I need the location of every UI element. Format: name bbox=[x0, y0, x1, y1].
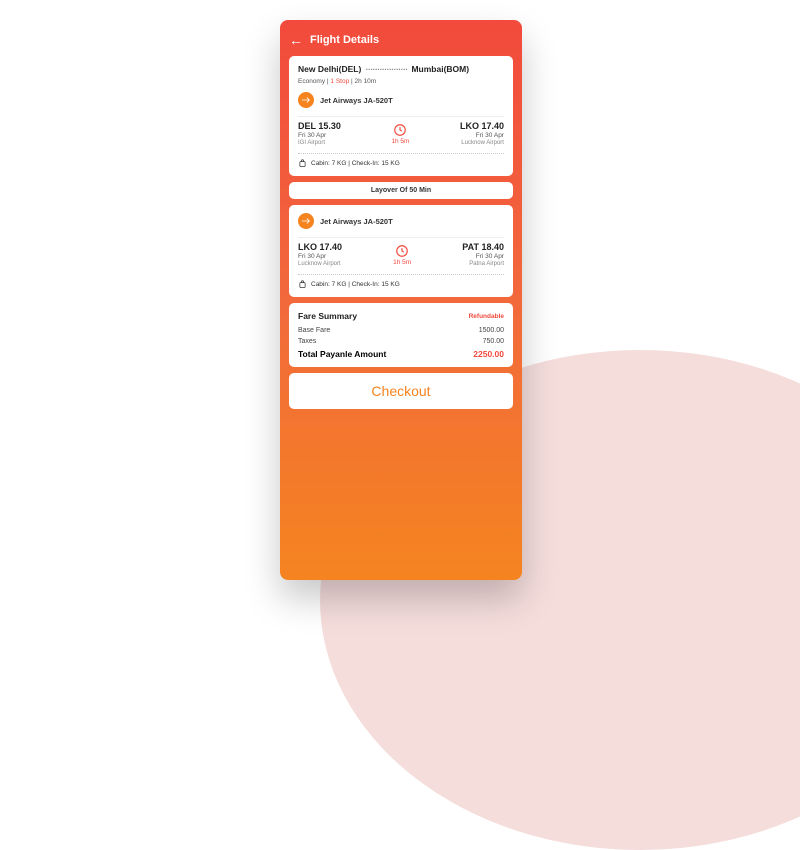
baggage-row: Cabin: 7 KG | Check-In: 15 KG bbox=[298, 274, 504, 289]
duration-col: 1h 5m bbox=[391, 123, 409, 145]
dep-code: LKO 17.40 bbox=[298, 242, 342, 252]
fare-value: 1500.00 bbox=[479, 327, 504, 334]
route-from: New Delhi(DEL) bbox=[298, 64, 361, 74]
layover-text: Layover Of 50 Min bbox=[371, 187, 431, 194]
phone-frame: ← Flight Details New Delhi(DEL) ········… bbox=[280, 20, 522, 580]
fare-header: Fare Summary Refundable bbox=[298, 311, 504, 321]
fare-label: Base Fare bbox=[298, 327, 330, 334]
fare-total-row: Total Payanle Amount 2250.00 bbox=[298, 349, 504, 359]
segment-card-2: Jet Airways JA-520T LKO 17.40 Fri 30 Apr… bbox=[289, 205, 513, 297]
departure-col: DEL 15.30 Fri 30 Apr IGI Airport bbox=[298, 121, 341, 146]
baggage-row: Cabin: 7 KG | Check-In: 15 KG bbox=[298, 153, 504, 168]
baggage-icon bbox=[298, 159, 307, 168]
times-row: LKO 17.40 Fri 30 Apr Lucknow Airport 1h … bbox=[298, 237, 504, 274]
fare-title: Fare Summary bbox=[298, 311, 357, 321]
arr-date: Fri 30 Apr bbox=[460, 132, 504, 139]
arr-airport: Patna Airport bbox=[462, 261, 504, 267]
checkout-label: Checkout bbox=[371, 383, 430, 399]
route-meta: Economy | 1 Stop | 2h 10m bbox=[298, 78, 504, 85]
dep-airport: IGI Airport bbox=[298, 140, 341, 146]
route-line: New Delhi(DEL) ·················· Mumbai… bbox=[298, 64, 504, 74]
arr-airport: Lucknow Airport bbox=[460, 140, 504, 146]
checkout-button[interactable]: Checkout bbox=[289, 373, 513, 409]
airline-logo-icon bbox=[298, 213, 314, 229]
arr-code: PAT 18.40 bbox=[462, 242, 504, 252]
fare-summary-card: Fare Summary Refundable Base Fare 1500.0… bbox=[289, 303, 513, 367]
layover-banner: Layover Of 50 Min bbox=[289, 182, 513, 199]
airline-row: Jet Airways JA-520T bbox=[298, 213, 504, 229]
duration-col: 1h 5m bbox=[393, 244, 411, 266]
dep-airport: Lucknow Airport bbox=[298, 261, 342, 267]
route-to: Mumbai(BOM) bbox=[411, 64, 469, 74]
baggage-icon bbox=[298, 280, 307, 289]
baggage-text: Cabin: 7 KG | Check-In: 15 KG bbox=[311, 160, 400, 167]
departure-col: LKO 17.40 Fri 30 Apr Lucknow Airport bbox=[298, 242, 342, 267]
airline-name: Jet Airways JA-520T bbox=[320, 96, 393, 105]
route-dots: ·················· bbox=[366, 64, 410, 74]
airline-row: Jet Airways JA-520T bbox=[298, 92, 504, 108]
times-row: DEL 15.30 Fri 30 Apr IGI Airport 1h 5m L… bbox=[298, 116, 504, 153]
dep-code: DEL 15.30 bbox=[298, 121, 341, 131]
dep-date: Fri 30 Apr bbox=[298, 132, 341, 139]
meta-class: Economy bbox=[298, 78, 325, 85]
meta-stops: 1 Stop bbox=[330, 78, 349, 85]
arrival-col: PAT 18.40 Fri 30 Apr Patna Airport bbox=[462, 242, 504, 267]
baggage-text: Cabin: 7 KG | Check-In: 15 KG bbox=[311, 281, 400, 288]
refundable-badge: Refundable bbox=[469, 313, 504, 320]
fare-label: Taxes bbox=[298, 338, 316, 345]
segment-card-1: New Delhi(DEL) ·················· Mumbai… bbox=[289, 56, 513, 176]
airline-logo-icon bbox=[298, 92, 314, 108]
arr-code: LKO 17.40 bbox=[460, 121, 504, 131]
fare-row: Base Fare 1500.00 bbox=[298, 327, 504, 334]
airline-name: Jet Airways JA-520T bbox=[320, 217, 393, 226]
arrival-col: LKO 17.40 Fri 30 Apr Lucknow Airport bbox=[460, 121, 504, 146]
fare-value: 750.00 bbox=[483, 338, 504, 345]
header: ← Flight Details bbox=[289, 30, 513, 56]
clock-icon bbox=[393, 123, 407, 137]
arr-date: Fri 30 Apr bbox=[462, 253, 504, 260]
fare-row: Taxes 750.00 bbox=[298, 338, 504, 345]
page-title: Flight Details bbox=[310, 34, 379, 46]
dep-date: Fri 30 Apr bbox=[298, 253, 342, 260]
fare-total-label: Total Payanle Amount bbox=[298, 349, 386, 359]
duration-text: 1h 5m bbox=[393, 259, 411, 266]
fare-total-value: 2250.00 bbox=[473, 349, 504, 359]
meta-duration: 2h 10m bbox=[355, 78, 377, 85]
duration-text: 1h 5m bbox=[391, 138, 409, 145]
clock-icon bbox=[395, 244, 409, 258]
back-arrow-icon[interactable]: ← bbox=[289, 32, 303, 48]
